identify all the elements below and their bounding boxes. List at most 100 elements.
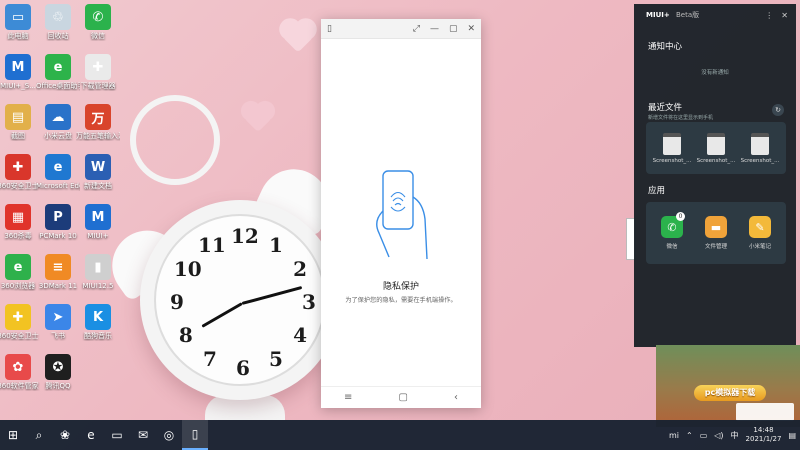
panel-app-item[interactable]: ▬ 文件管理	[696, 216, 736, 250]
desktop-icon[interactable]: ✪ 腾讯QQ	[36, 354, 80, 391]
desktop-icon-label: 酷狗音乐	[84, 332, 112, 340]
desktop-icon[interactable]: W 新建文档	[76, 154, 120, 191]
network-icon[interactable]: ▭	[700, 431, 708, 440]
desktop-icon[interactable]: e Office桌面助手	[36, 54, 80, 91]
desktop-icon[interactable]: ≡ 3DMark 11	[36, 254, 80, 291]
pc-emulator-download-button[interactable]: pc模拟器下载	[694, 385, 766, 401]
desktop-icon[interactable]: ✚ 360安全卫士	[0, 304, 40, 341]
desktop-icon[interactable]: e Microsoft Edge	[36, 154, 80, 191]
file-name: Screenshot_...	[740, 157, 780, 164]
desktop-icon-label: 360安全卫士	[0, 332, 39, 340]
menu-icon[interactable]: ≡	[344, 392, 352, 403]
desktop-icon-label: MIUI+_S...	[0, 82, 36, 90]
phone-window-titlebar[interactable]: ▯ ⤢ — ▢ ✕	[321, 19, 481, 39]
mi-tray-label[interactable]: mi	[669, 431, 679, 440]
back-icon[interactable]: ‹	[454, 392, 458, 403]
desktop-icon[interactable]: ▭ 此电脑	[0, 4, 40, 41]
phone-mirror-window[interactable]: ▯ ⤢ — ▢ ✕ 隐私保护 为了保护您的隐私，需要在手机端操作。 ≡ ▢ ‹	[321, 19, 481, 408]
minimize-icon[interactable]: —	[430, 24, 439, 34]
mail-taskbar[interactable]: ✉	[130, 420, 156, 450]
desktop-icon-label: 360软件管家	[0, 382, 39, 390]
app-icon: ✚	[85, 54, 111, 80]
start-button[interactable]: ⊞	[0, 420, 26, 450]
taskbar-clock[interactable]: 14:48 2021/1/27	[746, 426, 782, 444]
fullscreen-icon[interactable]: ⤢	[413, 24, 420, 34]
date-text: 2021/1/27	[745, 435, 782, 443]
ad-banner[interactable]: pc模拟器下载	[656, 345, 800, 427]
home-icon[interactable]: ▢	[398, 392, 407, 403]
heart-decoration	[282, 21, 314, 53]
ime-label[interactable]: 中	[731, 430, 739, 441]
search-button[interactable]: ⌕	[26, 420, 52, 450]
desktop-icon[interactable]: P PCMark 10	[36, 204, 80, 241]
task-view-button[interactable]: ❀	[52, 420, 78, 450]
desktop-icon[interactable]: e 360浏览器	[0, 254, 40, 291]
maximize-icon[interactable]: ▢	[449, 24, 458, 34]
desktop-icon[interactable]: M MIUI+	[76, 204, 120, 241]
explorer-taskbar[interactable]: ▭	[104, 420, 130, 450]
clock-numeral: 12	[231, 224, 259, 248]
desktop-icon[interactable]: 万万能五笔输入法	[76, 104, 120, 141]
desktop-icon[interactable]: ▦ 360杀毒	[0, 204, 40, 241]
desktop-icon[interactable]: ♲ 回收站	[36, 4, 80, 41]
recent-file-item[interactable]: Screenshot_...	[652, 132, 692, 164]
desktop-icon[interactable]: ✆ 微信	[76, 4, 120, 41]
no-notifications-text: 没有新通知	[701, 70, 729, 76]
desktop-icon[interactable]: ✚ 360安全卫士	[0, 154, 40, 191]
file-thumbnail	[663, 132, 681, 155]
file-name: Screenshot_...	[696, 157, 736, 164]
desktop-icon-label: 小米云盘	[44, 132, 72, 140]
refresh-icon[interactable]: ↻	[772, 104, 784, 116]
app-name: 微信	[666, 244, 678, 250]
edge-taskbar[interactable]: e	[78, 420, 104, 450]
desktop-icon[interactable]: ✚ 下载管理器	[76, 54, 120, 91]
desktop-icon-label: 此电脑	[7, 32, 29, 40]
desktop-icon-label: 回收站	[47, 32, 69, 40]
app-icon: M	[85, 204, 111, 230]
apps-list: ✆ 微信 0 ▬ 文件管理 ✎ 小米笔记	[646, 202, 786, 264]
desktop-icon-label: MIUI12.5	[82, 282, 114, 290]
clock-numeral: 2	[293, 257, 308, 281]
desktop-icon-label: PCMark 10	[39, 232, 77, 240]
recent-file-item[interactable]: Screenshot_...	[740, 132, 780, 164]
clock-ring-decoration	[130, 95, 220, 185]
clock-numeral: 10	[173, 257, 202, 281]
file-name: Screenshot_...	[652, 157, 692, 164]
desktop-icon-label: 新建文档	[84, 182, 112, 190]
app-icon: ➤	[45, 304, 71, 330]
ad-logo	[736, 403, 794, 421]
miui-taskbar[interactable]: ▯	[182, 420, 208, 450]
desktop-icon-label: 360浏览器	[0, 282, 36, 290]
desktop-icon[interactable]: K 酷狗音乐	[76, 304, 120, 341]
volume-icon[interactable]: ◁)	[714, 431, 723, 440]
app-icon: ✆	[85, 4, 111, 30]
clock-numeral: 1	[269, 232, 283, 257]
close-icon[interactable]: ✕	[781, 11, 788, 20]
desktop-icon[interactable]: ▮ MIUI12.5	[76, 254, 120, 291]
clock-numeral: 9	[170, 290, 184, 314]
360-taskbar[interactable]: ◎	[156, 420, 182, 450]
app-icon: P	[45, 204, 71, 230]
miui-notification-panel: MIUI+ Beta版 ⋮ ✕ 通知中心 没有新通知 最近文件 新增文件将在这里…	[634, 4, 796, 347]
desktop-icon[interactable]: M MIUI+_S...	[0, 54, 40, 91]
clock-numeral: 4	[293, 323, 308, 347]
recent-file-item[interactable]: Screenshot_...	[696, 132, 736, 164]
desktop-icon-label: Microsoft Edge	[36, 182, 80, 190]
desktop-icon[interactable]: ▤ 截图	[0, 104, 40, 141]
clock-hand	[201, 302, 243, 328]
desktop-icon[interactable]: ✿ 360软件管家	[0, 354, 40, 391]
phone-outline-icon[interactable]: ▯	[327, 24, 332, 34]
desktop-icon[interactable]: ☁ 小米云盘	[36, 104, 80, 141]
clock-numeral: 6	[236, 356, 250, 380]
apps-title: 应用	[648, 186, 666, 196]
settings-icon[interactable]: ⋮	[765, 11, 773, 20]
panel-app-item[interactable]: ✆ 微信 0	[652, 212, 692, 250]
notification-icon[interactable]: ▤	[788, 431, 796, 440]
app-icon: M	[5, 54, 31, 80]
clock-hand	[241, 286, 303, 305]
panel-app-item[interactable]: ✎ 小米笔记	[740, 216, 780, 250]
hidden-icons-icon[interactable]: ⌃	[686, 431, 693, 440]
desktop-icon[interactable]: ➤ 飞书	[36, 304, 80, 341]
close-icon[interactable]: ✕	[467, 24, 475, 34]
desktop-icon-label: 腾讯QQ	[45, 382, 71, 390]
